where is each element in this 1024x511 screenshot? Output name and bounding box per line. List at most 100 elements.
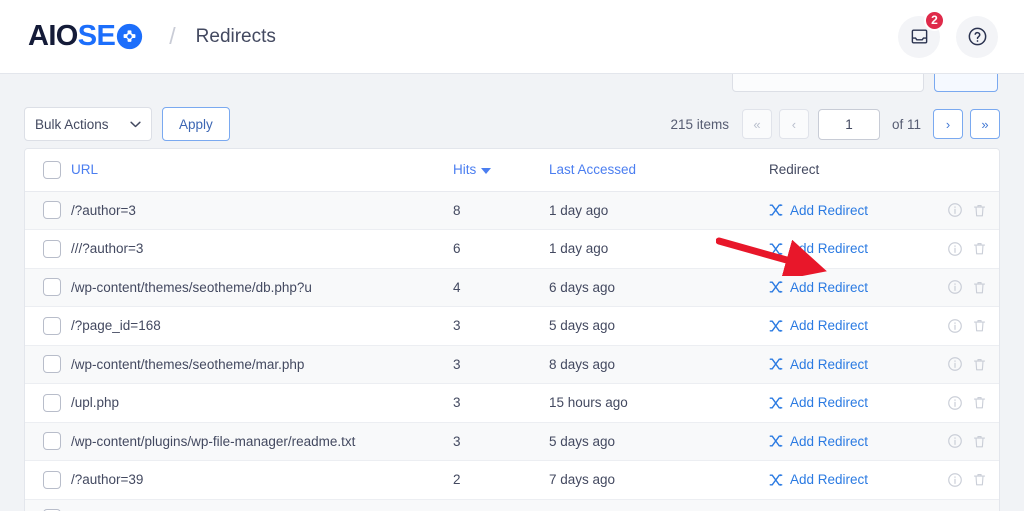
column-header-last-accessed[interactable]: Last Accessed xyxy=(549,149,769,191)
table-row: /wp-content/themes/seotheme/db.php?u46 d… xyxy=(25,268,999,307)
search-button[interactable] xyxy=(934,74,998,92)
add-redirect-link[interactable]: Add Redirect xyxy=(790,318,868,333)
info-icon[interactable] xyxy=(947,241,963,257)
add-redirect-link[interactable]: Add Redirect xyxy=(790,203,868,218)
row-select-cell xyxy=(25,307,71,346)
add-redirect-link[interactable]: Add Redirect xyxy=(790,280,868,295)
row-select-cell xyxy=(25,345,71,384)
column-header-hits[interactable]: Hits xyxy=(453,149,549,191)
cell-url: ///?author=3 xyxy=(71,230,453,269)
add-redirect-link[interactable]: Add Redirect xyxy=(790,395,868,410)
table-head: URL Hits Last Accessed Redirect xyxy=(25,149,999,191)
cell-url: /wp-content/themes/seotheme/mar.php xyxy=(71,345,453,384)
cell-hits: 2 xyxy=(453,461,549,500)
notifications-button[interactable]: 2 xyxy=(898,16,940,58)
info-icon[interactable] xyxy=(947,356,963,372)
row-select-cell xyxy=(25,461,71,500)
cell-hits: 2 xyxy=(453,499,549,511)
trash-icon[interactable] xyxy=(972,280,987,295)
first-page-button[interactable]: « xyxy=(742,109,772,139)
app-header: AIOSE / Redirects 2 xyxy=(0,0,1024,74)
add-redirect-link[interactable]: Add Redirect xyxy=(790,241,868,256)
cell-redirect: Add Redirect xyxy=(769,345,999,384)
info-icon[interactable] xyxy=(947,202,963,218)
shuffle-icon xyxy=(769,242,783,256)
cell-last-accessed: 1 day ago xyxy=(549,230,769,269)
row-checkbox[interactable] xyxy=(43,432,61,450)
table-row: /upl.php315 hours agoAdd Redirect xyxy=(25,384,999,423)
aioseo-logo[interactable]: AIOSE xyxy=(28,20,143,53)
add-redirect-link[interactable]: Add Redirect xyxy=(790,434,868,449)
cell-url: /?page_id=168 xyxy=(71,307,453,346)
row-select-cell xyxy=(25,268,71,307)
cell-last-accessed: 5 days ago xyxy=(549,422,769,461)
add-redirect-link[interactable]: Add Redirect xyxy=(790,357,868,372)
prev-page-button[interactable]: ‹ xyxy=(779,109,809,139)
info-icon[interactable] xyxy=(947,433,963,449)
table-row: /wp-content/themes/seotheme/mar.php38 da… xyxy=(25,345,999,384)
bulk-actions-select[interactable]: Bulk Actions xyxy=(24,107,152,141)
next-page-button[interactable]: › xyxy=(933,109,963,139)
cell-last-accessed: 6 days ago xyxy=(549,268,769,307)
cell-hits: 3 xyxy=(453,384,549,423)
cell-hits: 3 xyxy=(453,422,549,461)
table-body: /?author=381 day ago Add Redirect ///?auth… xyxy=(25,191,999,511)
row-select-cell xyxy=(25,230,71,269)
trash-icon[interactable] xyxy=(972,434,987,449)
table-row: /wp-content/plugins/wp-slimstat/readme.t… xyxy=(25,499,999,511)
column-header-url[interactable]: URL xyxy=(71,149,453,191)
logo-text-se: SE xyxy=(78,20,116,53)
last-page-button[interactable]: » xyxy=(970,109,1000,139)
cell-last-accessed: 5 days ago xyxy=(549,307,769,346)
table-row: /?author=381 day ago Add Redirect xyxy=(25,191,999,230)
help-button[interactable] xyxy=(956,16,998,58)
row-checkbox[interactable] xyxy=(43,278,61,296)
select-all-checkbox[interactable] xyxy=(43,161,61,179)
cell-last-accessed: 7 days ago xyxy=(549,499,769,511)
trash-icon[interactable] xyxy=(972,472,987,487)
cell-redirect: Add Redirect xyxy=(769,384,999,423)
cell-redirect: Add Redirect xyxy=(769,230,999,269)
row-checkbox[interactable] xyxy=(43,471,61,489)
items-count: 215 items xyxy=(670,117,729,132)
row-checkbox[interactable] xyxy=(43,355,61,373)
cell-url: /?author=3 xyxy=(71,191,453,230)
info-icon[interactable] xyxy=(947,472,963,488)
row-checkbox[interactable] xyxy=(43,394,61,412)
apply-button[interactable]: Apply xyxy=(162,107,230,141)
cell-last-accessed: 8 days ago xyxy=(549,345,769,384)
inbox-icon xyxy=(910,27,929,46)
breadcrumb-current-page: Redirects xyxy=(196,26,276,48)
cell-hits: 8 xyxy=(453,191,549,230)
cell-last-accessed: 1 day ago xyxy=(549,191,769,230)
question-mark-icon xyxy=(967,26,988,47)
trash-icon[interactable] xyxy=(972,318,987,333)
trash-icon[interactable] xyxy=(972,203,987,218)
cell-hits: 3 xyxy=(453,307,549,346)
cell-redirect: Add Redirect xyxy=(769,499,999,511)
cell-redirect: Add Redirect xyxy=(769,191,999,230)
shuffle-icon xyxy=(769,473,783,487)
info-icon[interactable] xyxy=(947,279,963,295)
trash-icon[interactable] xyxy=(972,395,987,410)
add-redirect-link[interactable]: Add Redirect xyxy=(790,472,868,487)
breadcrumb-separator: / xyxy=(169,23,175,50)
notification-badge: 2 xyxy=(924,10,945,31)
search-input[interactable] xyxy=(732,74,924,92)
info-icon[interactable] xyxy=(947,318,963,334)
row-select-cell xyxy=(25,384,71,423)
trash-icon[interactable] xyxy=(972,357,987,372)
table-row: ///?author=361 day agoAdd Redirect xyxy=(25,230,999,269)
trash-icon[interactable] xyxy=(972,241,987,256)
row-checkbox[interactable] xyxy=(43,240,61,258)
shuffle-icon xyxy=(769,396,783,410)
row-checkbox[interactable] xyxy=(43,201,61,219)
current-page-input[interactable] xyxy=(818,109,880,140)
table-row: /?page_id=16835 days ago Add Redirect xyxy=(25,307,999,346)
table-header-row: URL Hits Last Accessed Redirect xyxy=(25,149,999,191)
table-toolbar: Bulk Actions Apply 215 items « ‹ of 11 ›… xyxy=(24,100,1000,148)
row-checkbox[interactable] xyxy=(43,317,61,335)
row-select-cell xyxy=(25,422,71,461)
info-icon[interactable] xyxy=(947,395,963,411)
redirects-table-card: URL Hits Last Accessed Redirect /?author… xyxy=(24,148,1000,511)
